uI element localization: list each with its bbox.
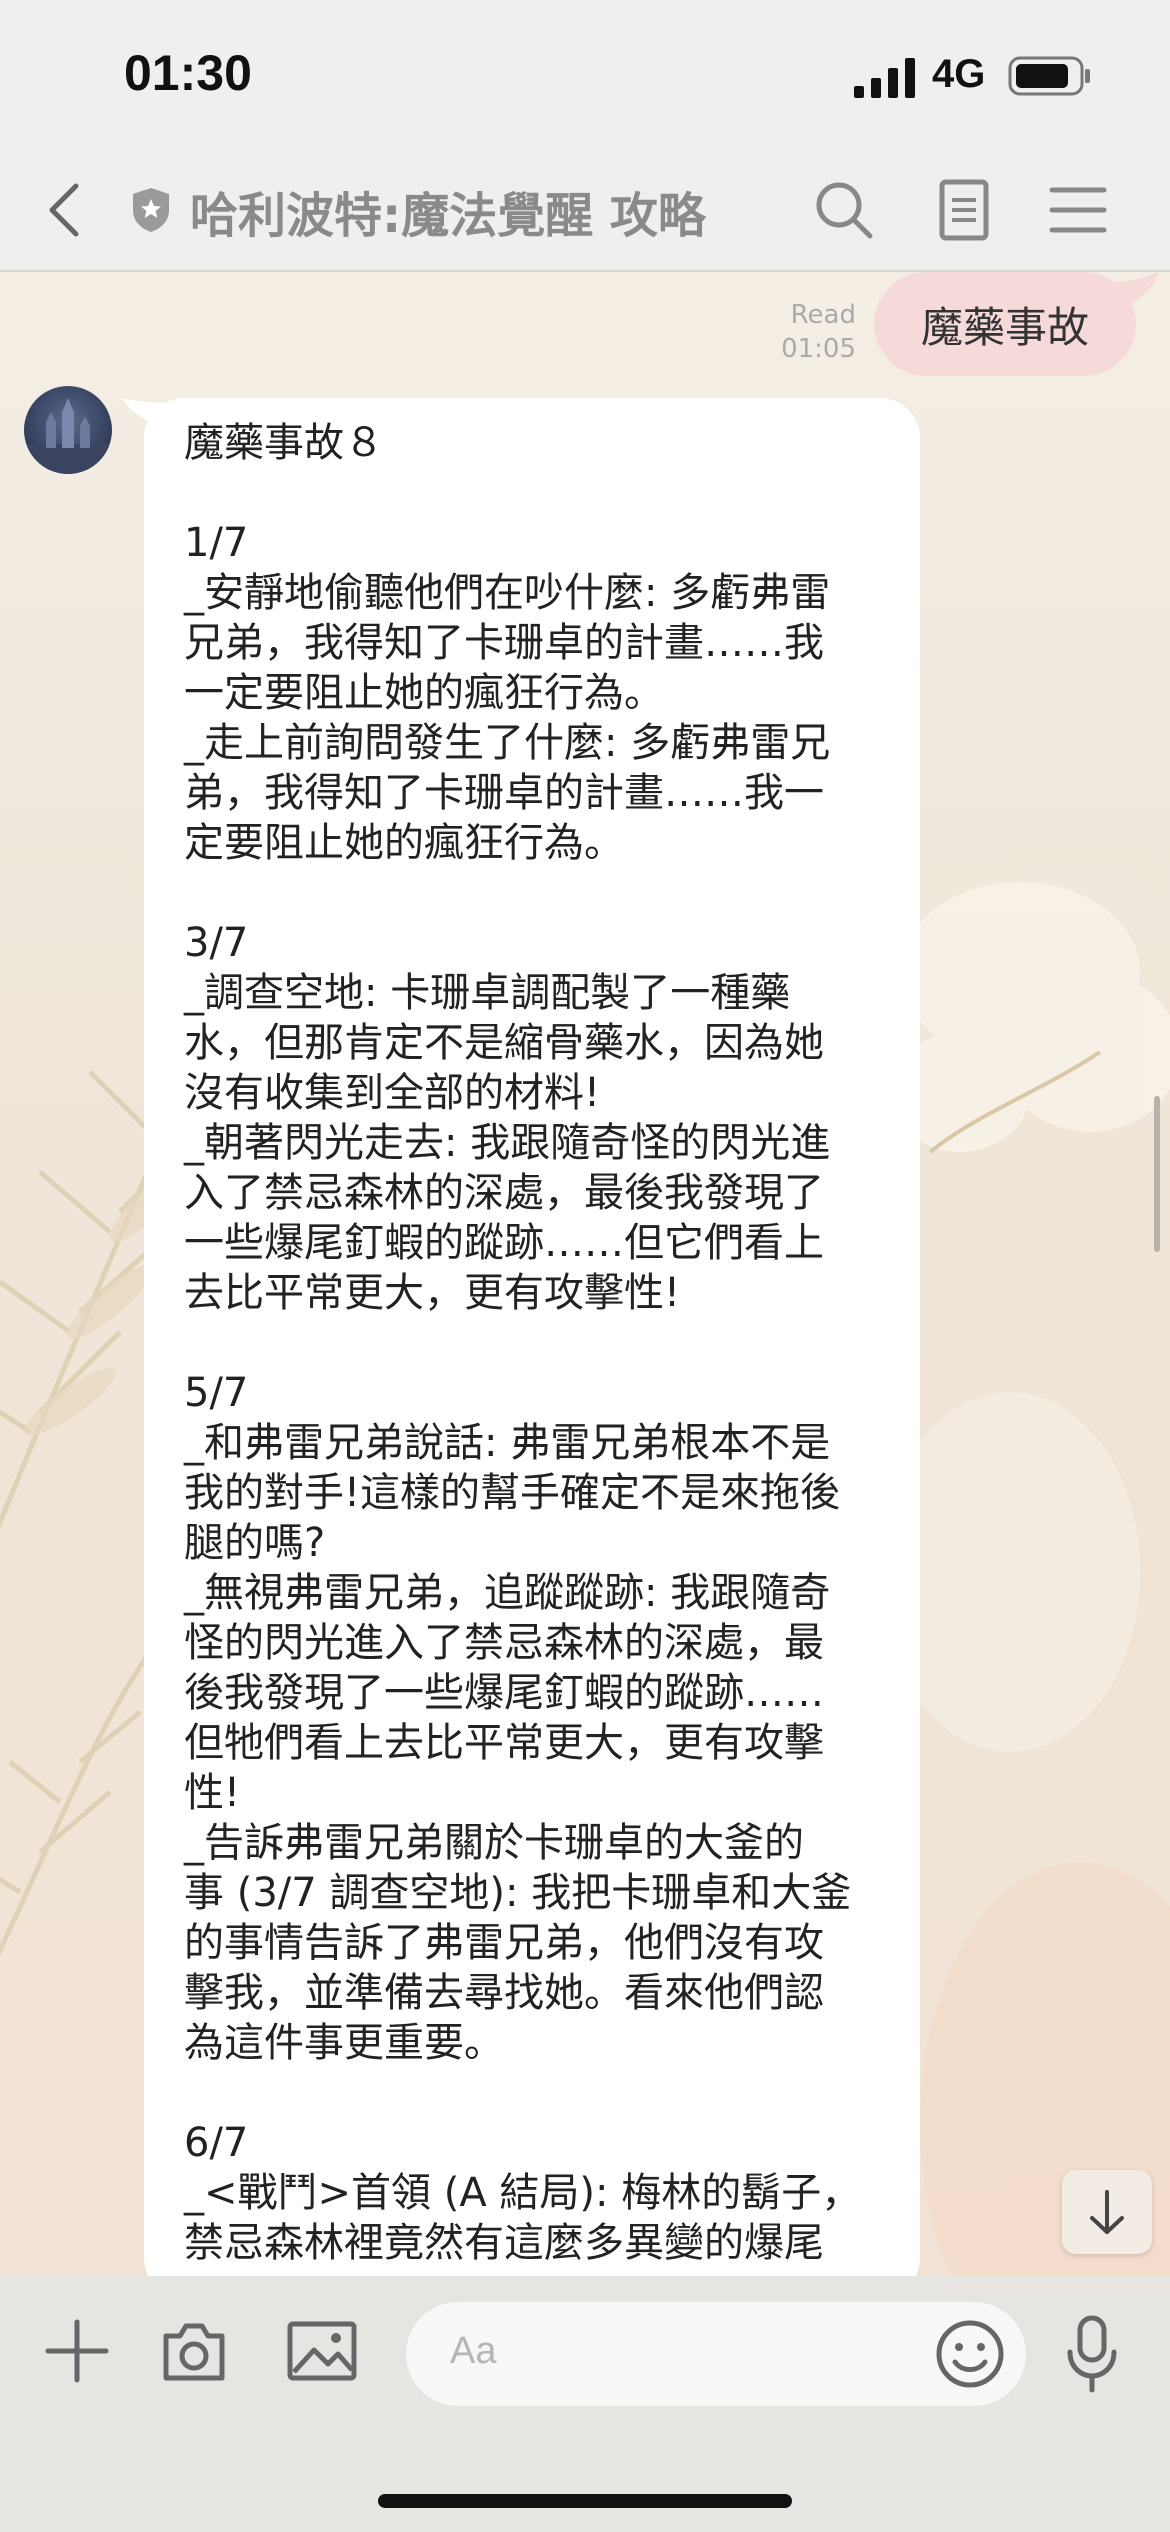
menu-icon[interactable] bbox=[1046, 178, 1110, 242]
avatar[interactable] bbox=[24, 386, 112, 474]
chat-title: 哈利波特:魔法覺醒 攻略 bbox=[190, 188, 706, 244]
shield-icon bbox=[133, 188, 169, 232]
image-icon[interactable] bbox=[286, 2318, 358, 2384]
read-time: 01:05 bbox=[781, 334, 856, 364]
home-indicator[interactable] bbox=[378, 2494, 792, 2508]
read-label: Read bbox=[790, 300, 856, 330]
read-receipt: Read 01:05 bbox=[760, 298, 856, 366]
status-time: 01:30 bbox=[124, 45, 252, 101]
notes-icon[interactable] bbox=[932, 178, 996, 242]
cellular-signal-icon bbox=[854, 58, 915, 98]
plus-icon[interactable] bbox=[44, 2318, 110, 2384]
arrow-down-icon bbox=[1090, 2190, 1124, 2234]
microphone-icon[interactable] bbox=[1064, 2314, 1120, 2394]
scrollbar[interactable] bbox=[1154, 1096, 1160, 1252]
emoji-icon[interactable] bbox=[934, 2318, 1006, 2390]
outgoing-message-text: 魔藥事故 bbox=[920, 302, 1089, 352]
message-input[interactable] bbox=[406, 2302, 1026, 2406]
scroll-to-bottom-button[interactable] bbox=[1062, 2170, 1152, 2254]
outgoing-message-bubble[interactable]: 魔藥事故 bbox=[874, 272, 1136, 376]
back-icon[interactable] bbox=[40, 180, 90, 240]
castle-avatar-icon bbox=[24, 398, 112, 474]
search-icon[interactable] bbox=[812, 178, 876, 242]
battery-icon bbox=[1008, 56, 1090, 96]
incoming-message-text: 魔藥事故８ 1/7 _安靜地偷聽他們在吵什麼: 多虧弗雷 兄弟，我得知了卡珊卓的… bbox=[184, 420, 862, 2266]
message-input-placeholder: Aa bbox=[450, 2330, 497, 2372]
network-type: 4G bbox=[932, 52, 986, 96]
camera-icon[interactable] bbox=[160, 2318, 228, 2384]
